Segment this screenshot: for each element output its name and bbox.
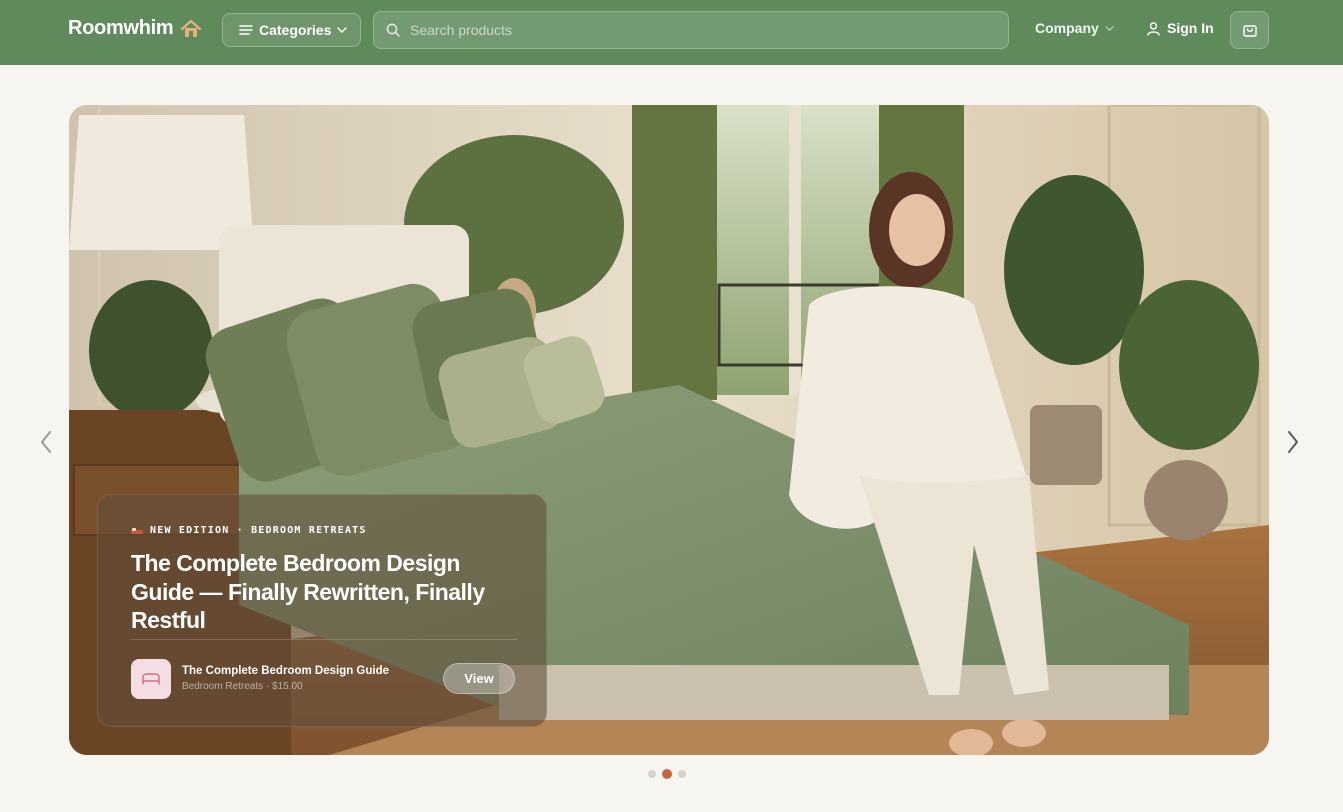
home-icon [181, 19, 202, 37]
chevron-left-icon [41, 431, 51, 453]
sign-in-link[interactable]: Sign In [1146, 20, 1214, 36]
carousel-next-button[interactable] [1283, 430, 1303, 454]
user-icon [1147, 21, 1160, 36]
carousel-dot[interactable] [662, 769, 672, 779]
hero-kicker-text: NEW EDITION · BEDROOM RETREATS [150, 525, 367, 536]
hero-carousel-slide: NEW EDITION · BEDROOM RETREATS The Compl… [69, 105, 1269, 755]
carousel-dots [648, 769, 686, 779]
chevron-down-icon [337, 27, 348, 33]
carousel-dot[interactable] [648, 770, 656, 778]
search-bar [373, 11, 1009, 49]
company-label: Company [1035, 20, 1099, 36]
top-nav: Roomwhim Categories Company [0, 0, 1343, 65]
product-thumbnail[interactable] [131, 659, 171, 699]
chevron-down-icon [1105, 25, 1114, 31]
company-menu[interactable]: Company [1035, 20, 1114, 36]
bed-icon [142, 673, 160, 685]
view-button[interactable]: View [443, 663, 515, 694]
bed-icon [131, 527, 143, 535]
shopping-bag-icon [1242, 25, 1257, 37]
product-title[interactable]: The Complete Bedroom Design Guide [182, 665, 389, 677]
search-input[interactable] [410, 22, 970, 38]
brand-logo[interactable]: Roomwhim [68, 17, 202, 40]
menu-icon [239, 25, 253, 35]
carousel-prev-button[interactable] [36, 430, 56, 454]
carousel-dot[interactable] [678, 770, 686, 778]
hero-feature-card: NEW EDITION · BEDROOM RETREATS The Compl… [97, 494, 547, 727]
hero-kicker: NEW EDITION · BEDROOM RETREATS [131, 525, 367, 536]
card-divider [131, 639, 517, 640]
hero-headline: The Complete Bedroom Design Guide — Fina… [131, 550, 485, 633]
cart-button[interactable] [1230, 11, 1269, 49]
search-icon [386, 23, 400, 37]
brand-name: Roomwhim [68, 17, 174, 39]
categories-button[interactable]: Categories [222, 13, 361, 47]
sign-in-label: Sign In [1167, 20, 1214, 36]
categories-label: Categories [259, 22, 332, 38]
chevron-right-icon [1288, 431, 1298, 453]
product-meta: Bedroom Retreats · $15.00 [182, 681, 303, 692]
